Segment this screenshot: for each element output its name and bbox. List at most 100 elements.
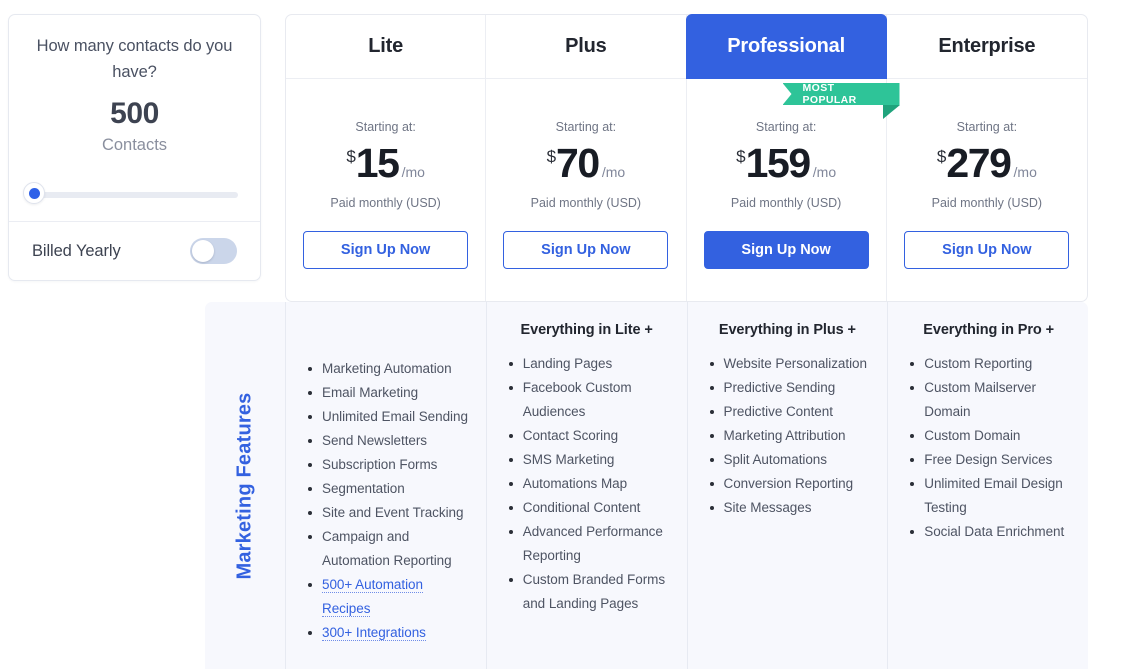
feature-text: Landing Pages [522,356,613,371]
plan-card-enterprise: Enterprise Starting at: $ 279 /mo Paid m… [886,15,1087,301]
marketing-features-label: Marketing Features [233,392,256,579]
feature-text: Unlimited Email Sending [322,409,468,424]
price-amount: 70 [556,140,600,186]
contacts-count-label: Contacts [101,136,168,154]
billed-yearly-label: Billed Yearly [32,241,121,260]
price-amount: 159 [745,140,812,186]
currency-symbol: $ [546,147,557,166]
feature-text: Custom Branded Forms and Landing Pages [522,572,666,611]
feature-text: Send Newsletters [322,433,427,448]
price-lite: $ 15 /mo [286,143,485,187]
most-popular-badge-fold [882,105,900,119]
paid-note-plus: Paid monthly (USD) [530,196,642,210]
starting-at-professional: Starting at: [755,120,817,134]
feature-text: Contact Scoring [522,428,619,443]
feature-text: Email Marketing [322,385,419,400]
slider-handle[interactable] [23,182,45,204]
feature-list-professional: Website Personalization Predictive Sendin… [700,352,876,520]
pricing-page: How many contacts do you have? 500 Conta… [0,0,1128,669]
feature-text: Website Personalization [723,356,867,371]
feature-item: Advanced Performance Reporting [508,520,675,568]
plan-body-plus: Starting at: $ 70 /mo Paid monthly (USD)… [486,79,685,269]
feature-text: Predictive Sending [723,380,836,395]
feature-item: Custom Mailserver Domain [910,376,1077,424]
most-popular-badge: MOST POPULAR [782,83,900,105]
feature-list-enterprise: Custom Reporting Custom Mailserver Domain… [900,352,1077,544]
feature-item[interactable]: 500+ Automation Recipes [308,573,474,621]
plan-header-professional: Professional [685,14,887,79]
starting-at-plus: Starting at: [555,120,617,134]
price-period: /mo [401,164,425,180]
price-plus: $ 70 /mo [486,143,685,187]
billed-yearly-toggle[interactable] [190,238,237,264]
feature-text: Unlimited Email Design Testing [924,476,1063,515]
plan-header-plus: Plus [486,15,686,79]
feature-item: Automations Map [508,472,675,496]
feature-item: Free Design Services [910,448,1077,472]
feature-text: Split Automations [723,452,828,467]
feature-item: Site Messages [709,496,876,520]
feature-text: Custom Reporting [924,356,1033,371]
currency-symbol: $ [736,147,746,166]
signup-button-plus[interactable]: Sign Up Now [503,231,669,269]
feature-item: Landing Pages [508,352,675,376]
feature-item: Predictive Sending [709,376,876,400]
billing-row: Billed Yearly [9,221,260,281]
starting-at-lite: Starting at: [355,120,416,134]
paid-note-lite: Paid monthly (USD) [330,196,441,210]
plan-name-enterprise: Enterprise [938,35,1036,57]
features-title-professional: Everything in Plus + [718,322,856,338]
features-column-professional: Everything in Plus + Website Personaliza… [688,302,889,669]
feature-item: Split Automations [709,448,876,472]
price-period: /mo [601,164,626,180]
feature-item: Marketing Automation [308,357,474,381]
calculator-top: How many contacts do you have? 500 Conta… [9,15,260,156]
contacts-slider[interactable] [23,182,246,208]
feature-item: Unlimited Email Design Testing [910,472,1077,520]
feature-text: Social Data Enrichment [924,524,1065,539]
feature-item: Site and Event Tracking [308,501,474,525]
plan-body-professional: Starting at: $ 159 /mo Paid monthly (USD… [687,79,886,269]
feature-item[interactable]: 300+ Integrations [308,621,474,645]
feature-item: Segmentation [308,477,474,501]
feature-text: Campaign and Automation Reporting [322,529,452,568]
feature-item: Website Personalization [709,352,876,376]
paid-note-enterprise: Paid monthly (USD) [931,196,1043,210]
plan-name-lite: Lite [368,35,403,57]
signup-button-enterprise[interactable]: Sign Up Now [904,231,1070,269]
price-period: /mo [1013,164,1037,180]
features-column-plus: Everything in Lite + Landing Pages Facebo… [487,302,688,669]
feature-item: Marketing Attribution [709,424,876,448]
feature-item: Send Newsletters [308,429,474,453]
plan-card-plus: Plus Starting at: $ 70 /mo Paid monthly … [486,15,687,301]
feature-item: Conversion Reporting [709,472,876,496]
feature-text: Marketing Attribution [723,428,846,443]
feature-item: Contact Scoring [508,424,675,448]
feature-link[interactable]: 500+ Automation Recipes [322,577,423,617]
features-column-enterprise: Everything in Pro + Custom Reporting Cust… [888,302,1089,669]
feature-item: Subscription Forms [308,453,474,477]
feature-item: Facebook Custom Audiences [508,376,675,424]
toggle-knob [192,240,214,262]
feature-link[interactable]: 300+ Integrations [322,625,426,641]
slider-track[interactable] [32,192,238,198]
plan-header-enterprise: Enterprise [886,15,1087,79]
price-amount: 15 [355,140,400,186]
feature-list-plus: Landing Pages Facebook Custom Audiences Co… [499,352,675,616]
feature-item: Custom Branded Forms and Landing Pages [508,568,675,616]
feature-text: Segmentation [322,481,405,496]
signup-button-professional[interactable]: Sign Up Now [703,231,869,269]
currency-symbol: $ [936,147,947,166]
feature-text: Marketing Automation [322,361,452,376]
feature-text: Facebook Custom Audiences [522,380,632,419]
contacts-count: 500 [110,97,159,130]
signup-button-lite[interactable]: Sign Up Now [303,231,469,269]
feature-list-lite: Marketing Automation Email Marketing Unlim… [298,357,474,645]
feature-item: Predictive Content [709,400,876,424]
currency-symbol: $ [346,147,356,166]
plan-cards: Lite Starting at: $ 15 /mo Paid monthly … [285,14,1088,302]
plan-card-professional: Professional MOST POPULAR Starting at: $… [685,14,900,301]
marketing-features-panel: Marketing Features Marketing Automation E… [205,302,1088,669]
feature-text: Conversion Reporting [723,476,854,491]
price-amount: 279 [946,140,1012,186]
